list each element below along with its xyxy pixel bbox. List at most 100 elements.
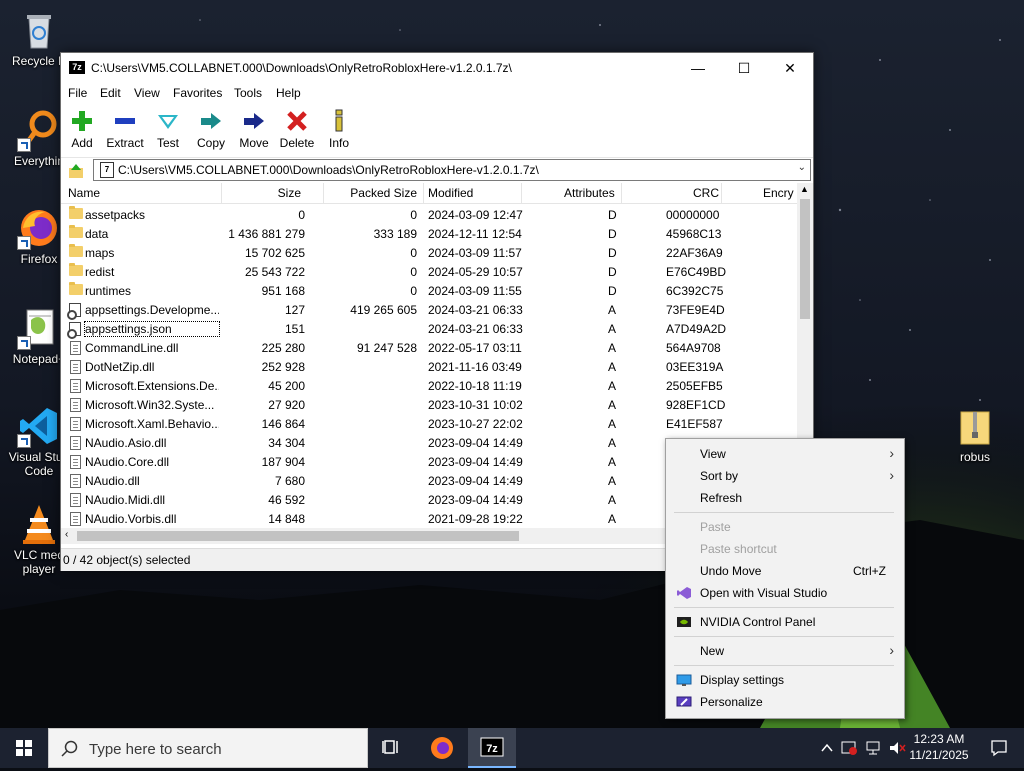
- column-packed-size[interactable]: Packed Size: [350, 186, 417, 200]
- vertical-scroll-thumb[interactable]: [800, 199, 810, 319]
- column-size[interactable]: Size: [278, 186, 301, 200]
- file-modified: 2022-10-18 11:19: [428, 379, 522, 393]
- folder-up-icon[interactable]: [67, 162, 85, 180]
- add-button[interactable]: Add: [58, 109, 106, 150]
- move-button[interactable]: Move: [230, 109, 278, 150]
- shortcut-arrow-icon: [17, 236, 31, 250]
- file-packed-size: 333 189: [373, 227, 417, 241]
- file-size: 46 592: [268, 493, 305, 507]
- chevron-down-icon[interactable]: ⌄: [798, 162, 806, 173]
- maximize-button[interactable]: ☐: [721, 53, 767, 83]
- file-name: NAudio.Core.dll: [85, 455, 170, 469]
- desktop-icon-robus[interactable]: robus: [938, 404, 1012, 464]
- file-attributes: A: [608, 436, 617, 450]
- file-crc: 2505EFB5: [666, 379, 723, 393]
- info-button[interactable]: Info: [315, 109, 363, 150]
- menu-item-label: Refresh: [700, 491, 743, 505]
- file-attributes: A: [608, 379, 617, 393]
- file-attributes: A: [608, 455, 617, 469]
- menu-item-paste[interactable]: Paste: [666, 516, 904, 538]
- file-row[interactable]: Microsoft.Win32.Syste... 27 920 2023-10-31…: [61, 395, 797, 414]
- menu-item-undo-move[interactable]: Undo Move Ctrl+Z: [666, 560, 904, 582]
- selection-status: 0 / 42 object(s) selected: [63, 553, 191, 567]
- notifications-icon[interactable]: [990, 739, 1008, 757]
- column-attributes[interactable]: Attributes: [564, 186, 615, 200]
- menu-item-view[interactable]: View ›: [666, 443, 904, 465]
- task-view-button[interactable]: [368, 728, 416, 768]
- taskbar-firefox-button[interactable]: [418, 728, 466, 768]
- file-modified: 2023-10-27 22:02: [428, 417, 523, 431]
- shortcut-arrow-icon: [17, 138, 31, 152]
- file-row[interactable]: Microsoft.Extensions.De... 45 200 2022-10-…: [61, 376, 797, 395]
- menu-item-nvidia-control-panel[interactable]: NVIDIA Control Panel: [666, 611, 904, 633]
- file-row[interactable]: runtimes 951 168 0 2024-03-09 11:55 D 6C392C7…: [61, 281, 797, 300]
- archive-icon: 7: [100, 162, 114, 178]
- test-button[interactable]: Test: [144, 109, 192, 150]
- file-size: 187 904: [261, 455, 305, 469]
- column-name[interactable]: Name: [68, 186, 100, 200]
- file-icon: [70, 417, 81, 431]
- path-combobox[interactable]: 7 C:\Users\VM5.COLLABNET.000\Downloads\O…: [93, 159, 811, 181]
- delete-icon: [287, 111, 307, 131]
- test-label: Test: [156, 136, 179, 150]
- vscode-icon: [17, 404, 61, 448]
- menu-edit[interactable]: Edit: [100, 86, 121, 100]
- extract-button[interactable]: Extract: [101, 109, 149, 150]
- address-row: 7 C:\Users\VM5.COLLABNET.000\Downloads\O…: [61, 157, 813, 183]
- info-label: Info: [328, 136, 349, 150]
- taskbar-search-box[interactable]: Type here to search: [48, 728, 368, 768]
- menu-item-refresh[interactable]: Refresh: [666, 487, 904, 509]
- file-row[interactable]: redist 25 543 722 0 2024-05-29 10:57 D E76C49…: [61, 262, 797, 281]
- file-row[interactable]: assetpacks 0 0 2024-03-09 12:47 D 00000000: [61, 205, 797, 224]
- file-attributes: A: [608, 303, 617, 317]
- menu-item-open-with-visual-studio[interactable]: Open with Visual Studio: [666, 582, 904, 604]
- network-icon[interactable]: [864, 740, 882, 756]
- menu-item-personalize[interactable]: Personalize: [666, 691, 904, 713]
- menu-favorites[interactable]: Favorites: [173, 86, 222, 100]
- test-icon: [158, 115, 178, 129]
- menu-item-display-settings[interactable]: Display settings: [666, 669, 904, 691]
- file-row[interactable]: data 1 436 881 279 333 189 2024-12-11 12:54…: [61, 224, 797, 243]
- copy-button[interactable]: Copy: [187, 109, 235, 150]
- file-row[interactable]: Microsoft.Xaml.Behavio... 146 864 2023-10-…: [61, 414, 797, 433]
- menu-file[interactable]: File: [68, 86, 87, 100]
- column-crc[interactable]: CRC: [693, 186, 719, 200]
- system-clock[interactable]: 12:23 AM 11/21/2025: [905, 731, 973, 763]
- move-label: Move: [239, 136, 269, 150]
- delete-button[interactable]: Delete: [273, 109, 321, 150]
- menu-item-label: Paste: [700, 520, 731, 534]
- minimize-button[interactable]: —: [675, 53, 721, 83]
- title-bar[interactable]: 7z C:\Users\VM5.COLLABNET.000\Downloads\…: [61, 53, 813, 83]
- file-icon: [70, 360, 81, 374]
- file-row[interactable]: appsettings.json 151 2024-03-21 06:33 A A7D4…: [61, 319, 797, 339]
- folder-icon: [69, 282, 83, 295]
- file-row[interactable]: DotNetZip.dll 252 928 2021-11-16 03:49 A 03E…: [61, 357, 797, 376]
- menu-help[interactable]: Help: [276, 86, 301, 100]
- volume-muted-icon[interactable]: [888, 740, 906, 756]
- file-modified: 2024-03-21 06:33: [428, 303, 523, 317]
- file-row[interactable]: maps 15 702 625 0 2024-03-09 11:57 D 22AF36A9: [61, 243, 797, 262]
- extract-icon: [115, 118, 135, 124]
- menu-view[interactable]: View: [134, 86, 160, 100]
- file-row[interactable]: appsettings.Developme... 127 419 265 605 20…: [61, 300, 797, 320]
- scroll-left-icon[interactable]: ‹: [65, 529, 68, 540]
- clock-date: 11/21/2025: [909, 748, 969, 762]
- svg-text:7z: 7z: [486, 743, 498, 755]
- horizontal-scroll-thumb[interactable]: [77, 531, 519, 541]
- scroll-up-icon[interactable]: ▲: [800, 184, 809, 194]
- close-button[interactable]: ✕: [767, 53, 813, 83]
- menu-item-new[interactable]: New ›: [666, 640, 904, 662]
- file-row[interactable]: CommandLine.dll 225 280 91 247 528 2022-05-…: [61, 338, 797, 357]
- menu-item-sort-by[interactable]: Sort by ›: [666, 465, 904, 487]
- chevron-up-icon[interactable]: [820, 741, 834, 755]
- column-modified[interactable]: Modified: [428, 186, 473, 200]
- menu-tools[interactable]: Tools: [234, 86, 262, 100]
- menu-item-paste-shortcut[interactable]: Paste shortcut: [666, 538, 904, 560]
- start-button[interactable]: [0, 728, 48, 768]
- taskbar-7zip-button[interactable]: 7z: [468, 728, 516, 768]
- security-alert-icon[interactable]: [840, 739, 858, 757]
- file-icon: [70, 474, 81, 488]
- file-modified: 2022-05-17 03:11: [428, 341, 522, 355]
- column-encrypted[interactable]: Encry: [763, 186, 794, 200]
- display-icon: [676, 674, 692, 686]
